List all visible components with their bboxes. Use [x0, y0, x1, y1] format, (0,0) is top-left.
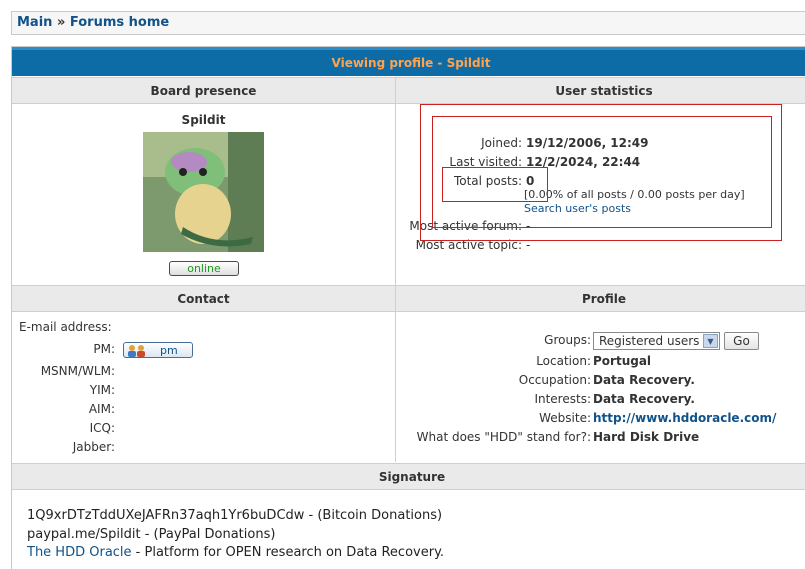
- users-icon: [127, 344, 149, 357]
- hdd-label: What does "HDD" stand for?:: [416, 430, 591, 444]
- column-divider: [395, 77, 396, 462]
- pm-button[interactable]: pm: [123, 342, 193, 358]
- occupation-value: Data Recovery.: [593, 373, 695, 387]
- avatar: [143, 132, 264, 252]
- breadcrumb-separator: »: [56, 15, 66, 30]
- contact-header: Contact: [12, 285, 395, 312]
- groups-select[interactable]: Registered users ▼: [593, 332, 720, 350]
- aim-label: AIM:: [88, 402, 115, 416]
- signature-bitcoin: 1Q9xrDTzTddUXeJAFRn37aqh1Yr6buDCdw - (Bi…: [27, 508, 443, 523]
- breadcrumb-forums-home-link[interactable]: Forums home: [70, 15, 169, 30]
- groups-selected-value: Registered users: [599, 334, 700, 348]
- breadcrumb-main-link[interactable]: Main: [17, 15, 52, 30]
- occupation-label: Occupation:: [518, 373, 591, 387]
- groups-label: Groups:: [544, 333, 591, 347]
- signature: 1Q9xrDTzTddUXeJAFRn37aqh1Yr6buDCdw - (Bi…: [27, 507, 444, 563]
- interests-value: Data Recovery.: [593, 392, 695, 406]
- signature-hdd-oracle: The HDD Oracle - Platform for OPEN resea…: [27, 544, 444, 563]
- interests-label: Interests:: [534, 392, 591, 406]
- hdd-oracle-link[interactable]: The HDD Oracle: [27, 545, 132, 560]
- yim-label: YIM:: [89, 383, 115, 397]
- online-status-badge: online: [169, 261, 239, 276]
- profile-username: Spildit: [181, 113, 226, 127]
- website-label: Website:: [539, 411, 591, 425]
- signature-header: Signature: [12, 463, 805, 490]
- highlight-box-total-posts: [442, 167, 548, 202]
- location-value: Portugal: [593, 354, 652, 368]
- board-presence-header: Board presence: [12, 77, 395, 104]
- page-title: Viewing profile - Spildit: [12, 47, 805, 76]
- profile-header: Profile: [396, 285, 805, 312]
- pm-button-label: pm: [160, 344, 178, 357]
- go-button[interactable]: Go: [724, 332, 759, 350]
- breadcrumb: Main » Forums home: [11, 11, 805, 35]
- chevron-down-icon: ▼: [703, 334, 718, 348]
- msnm-label: MSNM/WLM:: [40, 364, 115, 378]
- website-link[interactable]: http://www.hddoracle.com/: [593, 411, 776, 425]
- pm-label: PM:: [93, 342, 115, 356]
- icq-label: ICQ:: [89, 421, 115, 435]
- location-label: Location:: [536, 354, 591, 368]
- jabber-label: Jabber:: [72, 440, 115, 454]
- user-statistics-header: User statistics: [396, 77, 805, 104]
- signature-hdd-oracle-text: - Platform for OPEN research on Data Rec…: [131, 545, 445, 560]
- email-label: E-mail address:: [19, 320, 112, 334]
- profile-table: Viewing profile - Spildit Board presence…: [11, 46, 805, 569]
- hdd-value: Hard Disk Drive: [593, 430, 700, 444]
- signature-paypal: paypal.me/Spildit - (PayPal Donations): [27, 526, 276, 542]
- avatar-image: [143, 132, 264, 252]
